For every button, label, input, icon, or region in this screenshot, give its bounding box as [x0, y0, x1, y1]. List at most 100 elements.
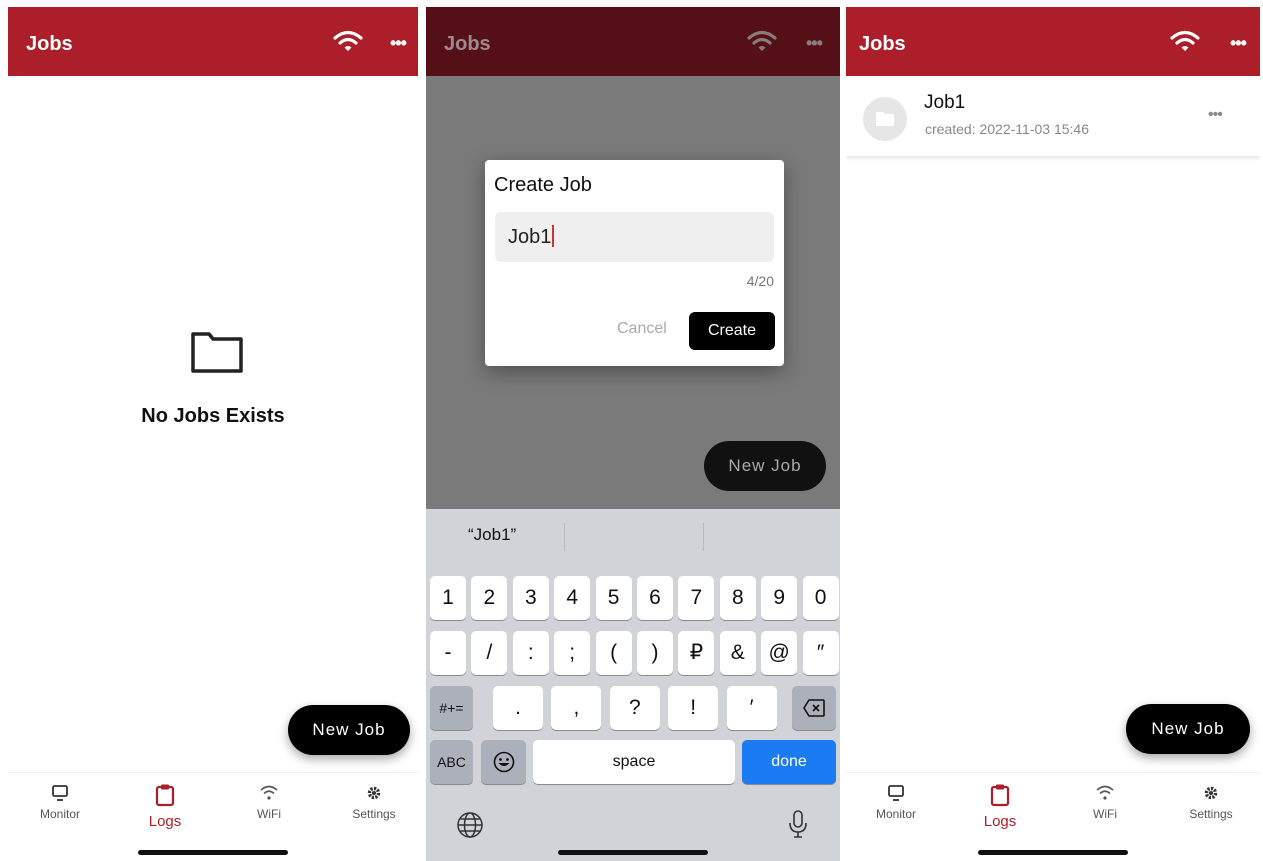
- more-options-icon[interactable]: •••: [1230, 33, 1247, 54]
- create-job-screen: Jobs ••• Create Job Job1 4/20 Cancel Cre…: [426, 7, 840, 861]
- space-key[interactable]: space: [533, 740, 735, 784]
- key-row2-0[interactable]: -: [430, 631, 466, 675]
- create-button[interactable]: Create: [689, 312, 775, 350]
- dialog-title: Create Job: [494, 174, 592, 196]
- create-job-dialog: Create Job Job1 4/20 Cancel Create: [485, 160, 784, 366]
- key-row2-4[interactable]: (: [595, 631, 632, 675]
- clipboard-icon: [155, 784, 175, 807]
- tab-logs[interactable]: Logs: [120, 783, 210, 830]
- jobs-screen-empty: Jobs ••• No Jobs Exists New Job Monitor …: [8, 7, 418, 861]
- tab-label: Logs: [983, 813, 1017, 830]
- character-counter: 4/20: [746, 273, 774, 289]
- app-header: Jobs •••: [8, 7, 418, 76]
- job-name-input[interactable]: Job1: [495, 212, 774, 262]
- emoji-icon: [493, 751, 514, 773]
- tab-monitor[interactable]: Monitor: [851, 783, 941, 821]
- abc-key[interactable]: ABC: [430, 740, 473, 784]
- backspace-key[interactable]: [792, 686, 836, 730]
- key-row3-4[interactable]: ′: [726, 686, 777, 730]
- monitor-icon: [52, 785, 68, 801]
- key-row2-3[interactable]: ;: [554, 631, 591, 675]
- job-list-item[interactable]: Job1 created: 2022-11-03 15:46 •••: [846, 76, 1260, 156]
- gear-icon: [1204, 786, 1218, 800]
- tab-wifi[interactable]: WiFi: [1060, 783, 1150, 821]
- backspace-icon: [803, 699, 825, 717]
- wifi-icon: [1096, 785, 1114, 800]
- key-row2-5[interactable]: ): [637, 631, 673, 675]
- tab-label: Monitor: [875, 807, 916, 821]
- tab-wifi[interactable]: WiFi: [224, 783, 314, 821]
- gear-icon: [367, 786, 381, 800]
- cancel-button[interactable]: Cancel: [617, 320, 667, 338]
- tab-label: Monitor: [39, 807, 80, 821]
- dimmed-backdrop[interactable]: Jobs ••• Create Job Job1 4/20 Cancel Cre…: [426, 7, 840, 509]
- new-job-button[interactable]: New Job: [288, 705, 410, 755]
- tab-logs[interactable]: Logs: [955, 783, 1045, 830]
- tab-label: Settings: [1189, 807, 1233, 821]
- more-options-icon: •••: [806, 33, 823, 53]
- job-created-date: created: 2022-11-03 15:46: [925, 121, 1089, 137]
- globe-icon[interactable]: [456, 811, 484, 839]
- autocomplete-suggestion[interactable]: “Job1”: [468, 525, 516, 545]
- wifi-status-icon[interactable]: [1169, 29, 1201, 53]
- key-row2-1[interactable]: /: [471, 631, 508, 675]
- text-caret: [552, 224, 555, 247]
- tab-label: WiFi: [1093, 807, 1117, 821]
- home-indicator: [558, 850, 708, 855]
- tab-monitor[interactable]: Monitor: [15, 783, 105, 821]
- key-row2-6[interactable]: ₽: [678, 631, 715, 675]
- tab-label: WiFi: [257, 807, 281, 821]
- more-options-icon[interactable]: •••: [390, 33, 407, 54]
- key-row1-8[interactable]: 9: [761, 576, 798, 620]
- wifi-status-icon[interactable]: [332, 29, 364, 53]
- bottom-tab-bar: Monitor Logs WiFi Settings: [846, 772, 1260, 861]
- home-indicator: [978, 850, 1128, 855]
- key-row1-7[interactable]: 8: [719, 576, 756, 620]
- key-row1-5[interactable]: 6: [637, 576, 673, 620]
- empty-state-message: No Jobs Exists: [141, 405, 285, 427]
- job-avatar: [863, 97, 907, 141]
- page-title: Jobs: [444, 33, 491, 55]
- folder-icon: [876, 112, 894, 126]
- monitor-icon: [888, 785, 904, 801]
- home-indicator: [138, 850, 288, 855]
- bottom-tab-bar: Monitor Logs WiFi Settings: [8, 772, 418, 861]
- suggestion-divider: [703, 523, 704, 551]
- page-title: Jobs: [26, 33, 73, 55]
- clipboard-icon: [990, 784, 1010, 807]
- tab-settings[interactable]: Settings: [329, 783, 418, 821]
- suggestion-divider: [564, 523, 565, 551]
- job-more-options-icon[interactable]: •••: [1208, 106, 1223, 124]
- key-row1-3[interactable]: 4: [554, 576, 591, 620]
- key-row3-3[interactable]: !: [668, 686, 719, 730]
- wifi-icon: [260, 785, 278, 800]
- tab-settings[interactable]: Settings: [1166, 783, 1256, 821]
- key-row1-1[interactable]: 2: [471, 576, 508, 620]
- key-row1-0[interactable]: 1: [430, 576, 466, 620]
- job-name: Job1: [924, 92, 966, 113]
- app-header: Jobs •••: [846, 7, 1260, 76]
- new-job-button: New Job: [704, 441, 826, 491]
- symbols-key[interactable]: #+=: [430, 686, 473, 730]
- key-row2-7[interactable]: &: [719, 631, 756, 675]
- key-row1-2[interactable]: 3: [512, 576, 549, 620]
- key-row2-2[interactable]: :: [512, 631, 549, 675]
- key-row2-8[interactable]: @: [761, 631, 798, 675]
- app-header: Jobs •••: [426, 7, 840, 76]
- key-row3-0[interactable]: .: [493, 686, 543, 730]
- key-row3-1[interactable]: ,: [551, 686, 602, 730]
- page-title: Jobs: [859, 33, 906, 55]
- key-row2-9[interactable]: ″: [802, 631, 839, 675]
- key-row3-2[interactable]: ?: [609, 686, 660, 730]
- done-key[interactable]: done: [742, 740, 836, 784]
- key-row1-9[interactable]: 0: [802, 576, 839, 620]
- new-job-button[interactable]: New Job: [1126, 704, 1250, 754]
- key-row1-4[interactable]: 5: [595, 576, 632, 620]
- microphone-icon[interactable]: [787, 809, 809, 839]
- key-row1-6[interactable]: 7: [678, 576, 715, 620]
- numeric-keyboard: “Job1” 1234567890 - /:;() ₽ & @ ″ .,?! ′ #+= A…: [426, 509, 840, 861]
- emoji-key[interactable]: [481, 740, 526, 784]
- folder-icon: [191, 332, 243, 373]
- wifi-status-icon: [747, 30, 777, 51]
- jobs-screen-list: Jobs ••• Job1 created: 2022-11-03 15:46 …: [846, 7, 1260, 861]
